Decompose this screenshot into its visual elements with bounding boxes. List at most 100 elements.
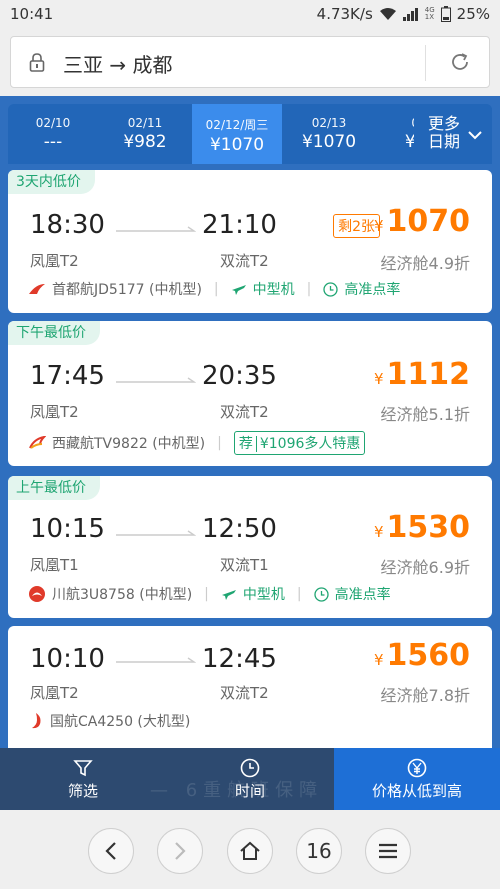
arrow-icon: [116, 657, 196, 663]
divider: |: [306, 281, 312, 297]
arrival-time: 20:35: [202, 361, 277, 391]
remaining-seats-badge: 剩2张: [333, 214, 380, 238]
flight-info: 川航3U8758 (中机型) | 中型机 | 高准点率: [28, 584, 391, 604]
filter-bar: — 6重航班保障 — 筛选 时间 价格从低到高: [0, 748, 500, 810]
yen-icon: [407, 758, 427, 778]
browser-nav-bar: 16: [0, 810, 500, 889]
wifi-icon: [379, 7, 397, 21]
price: ¥1530: [373, 510, 470, 545]
plane-size: 中型机: [252, 282, 295, 298]
divider: |: [217, 435, 222, 451]
date-tab[interactable]: 02/11 ¥982: [100, 104, 190, 164]
flight-number: 西藏航TV9822 (中机型): [52, 436, 206, 452]
date-tab[interactable]: 02/10 ---: [8, 104, 98, 164]
flight-number: 国航CA4250 (大机型): [50, 714, 191, 730]
departure-airport: 凤凰T2: [30, 252, 79, 270]
arrival-airport: 双流T2: [220, 684, 269, 702]
lock-icon: [29, 52, 45, 76]
flight-number: 首都航JD5177 (中机型): [52, 282, 202, 298]
more-dates-button[interactable]: 更多 日期: [414, 104, 492, 164]
battery-icon: [440, 6, 451, 22]
divider: |: [213, 281, 219, 297]
price: ¥1112: [373, 357, 470, 392]
airline-logo-icon: [29, 284, 45, 294]
flight-card[interactable]: 上午最低价 10:15 12:50 ¥1530 凤凰T1 双流T1 经济舱6.9…: [8, 476, 492, 618]
arrival-time: 21:10: [202, 210, 277, 240]
clock-icon: [313, 586, 329, 602]
on-time-rate: 高准点率: [334, 587, 391, 603]
arrival-airport: 双流T2: [220, 403, 269, 421]
status-time: 10:41: [10, 5, 54, 23]
date-selector: 02/10 --- 02/11 ¥982 02/12/周三 ¥1070 02/1…: [8, 104, 492, 164]
divider: |: [296, 586, 302, 602]
flight-card[interactable]: 下午最低价 17:45 20:35 ¥1112 凤凰T2 双流T2 经济舱5.1…: [8, 321, 492, 466]
url-divider: [425, 45, 426, 81]
chevron-left-icon: [105, 842, 116, 860]
flight-tag: 上午最低价: [8, 476, 100, 500]
forward-button[interactable]: [157, 828, 203, 874]
arrival-airport: 双流T2: [220, 252, 269, 270]
url-text: 三亚 → 成都: [63, 53, 173, 77]
flight-info: 首都航JD5177 (中机型) | 中型机 | 高准点率: [28, 279, 400, 299]
arrow-icon: [116, 377, 196, 383]
battery-level: 25%: [456, 5, 490, 23]
plane-icon: [231, 285, 246, 295]
chevron-right-icon: [175, 842, 186, 860]
time-sort-button[interactable]: 时间: [166, 748, 334, 810]
price: ¥1560: [373, 638, 470, 673]
departure-time: 17:45: [30, 361, 105, 391]
status-bar: 10:41 4.73K/s 4G 1X 25%: [0, 0, 500, 30]
plane-size: 中型机: [242, 587, 285, 603]
cabin-class: 经济舱7.8折: [380, 686, 470, 705]
departure-airport: 凤凰T1: [30, 556, 79, 574]
clock-icon: [240, 758, 260, 778]
airline-logo-icon: [29, 436, 46, 449]
filter-button[interactable]: 筛选: [0, 748, 166, 810]
network-type: 4G 1X: [424, 6, 435, 21]
url-field[interactable]: 三亚 → 成都: [10, 36, 490, 88]
flight-info: 西藏航TV9822 (中机型) | 荐 ¥1096多人特惠: [28, 431, 366, 455]
date-tab[interactable]: 02/13 ¥1070: [284, 104, 374, 164]
promo-badge: 荐 ¥1096多人特惠: [233, 431, 366, 455]
departure-airport: 凤凰T2: [30, 684, 79, 702]
clock-icon: [323, 281, 339, 297]
cabin-class: 经济舱4.9折: [380, 254, 470, 273]
tabs-button[interactable]: 16: [296, 828, 342, 874]
cabin-class: 经济舱6.9折: [380, 558, 470, 577]
back-button[interactable]: [88, 828, 134, 874]
chevron-down-icon: [468, 131, 482, 140]
airline-logo-icon: [32, 713, 41, 729]
status-icons: 4.73K/s 4G 1X 25%: [317, 5, 490, 23]
reload-icon[interactable]: [449, 51, 471, 77]
home-button[interactable]: [227, 828, 273, 874]
menu-button[interactable]: [365, 828, 411, 874]
departure-time: 18:30: [30, 210, 105, 240]
menu-icon: [379, 843, 397, 859]
signal-icon: [402, 7, 419, 21]
browser-url-bar: 三亚 → 成都: [0, 30, 500, 96]
flight-tag: 3天内低价: [8, 170, 95, 194]
tab-count: 16: [306, 839, 332, 863]
price: ¥1070: [373, 204, 470, 239]
divider: |: [204, 586, 209, 602]
departure-time: 10:10: [30, 644, 105, 674]
departure-time: 10:15: [30, 514, 105, 544]
arrival-time: 12:45: [202, 644, 277, 674]
cabin-class: 经济舱5.1折: [380, 405, 470, 424]
home-icon: [240, 841, 260, 860]
flight-info: 国航CA4250 (大机型): [28, 711, 190, 731]
price-sort-button[interactable]: 价格从低到高: [334, 748, 500, 810]
date-tab-selected[interactable]: 02/12/周三 ¥1070: [192, 104, 282, 164]
departure-airport: 凤凰T2: [30, 403, 79, 421]
arrival-time: 12:50: [202, 514, 277, 544]
arrow-icon: [116, 226, 196, 232]
flight-number: 川航3U8758 (中机型): [52, 587, 193, 603]
flight-tag: 下午最低价: [8, 321, 100, 345]
network-speed: 4.73K/s: [316, 5, 373, 23]
flight-card[interactable]: 10:10 12:45 ¥1560 凤凰T2 双流T2 经济舱7.8折 国航CA…: [8, 626, 492, 756]
on-time-rate: 高准点率: [344, 282, 401, 298]
arrow-icon: [116, 530, 196, 536]
flight-card[interactable]: 3天内低价 18:30 21:10 剩2张 ¥1070 凤凰T2 双流T2 经济…: [8, 170, 492, 313]
arrival-airport: 双流T1: [220, 556, 269, 574]
filter-icon: [73, 760, 93, 777]
